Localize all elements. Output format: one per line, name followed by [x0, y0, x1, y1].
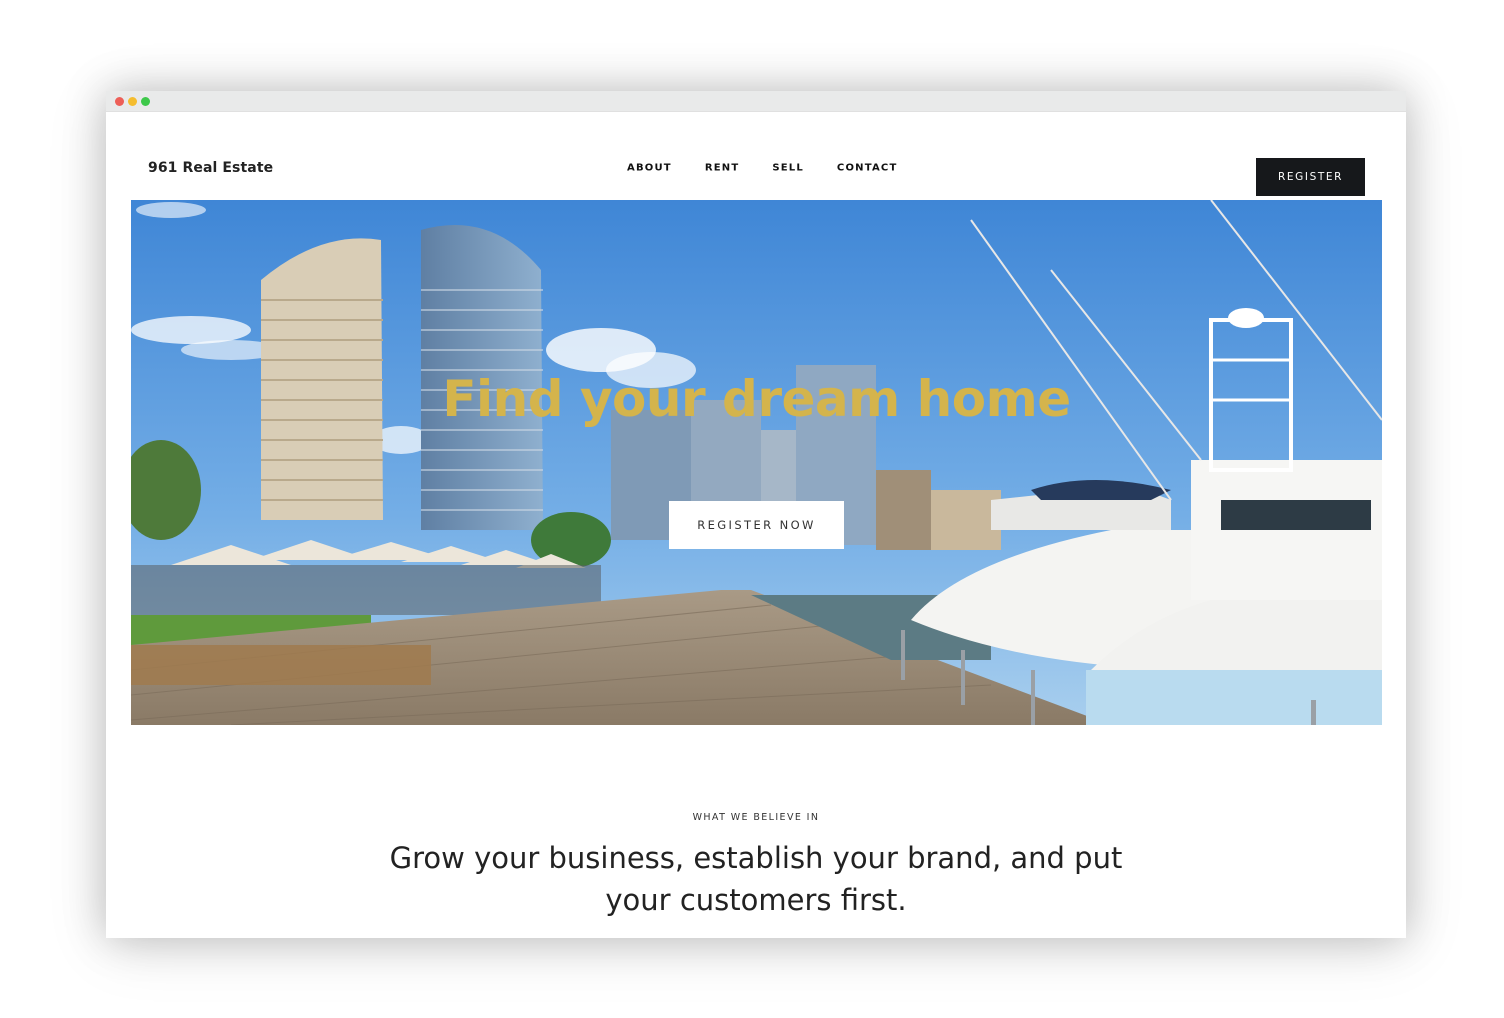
mission-statement: Grow your business, establish your brand…: [389, 841, 1123, 917]
nav-item-rent[interactable]: RENT: [705, 163, 740, 174]
minimize-window-dot[interactable]: [128, 97, 137, 106]
main-nav: ABOUT RENT SELL CONTACT: [627, 163, 897, 174]
brand-logo-text[interactable]: 961 Real Estate: [148, 160, 273, 176]
close-window-dot[interactable]: [115, 97, 124, 106]
hero-banner: Find your dream home REGISTER NOW: [131, 200, 1382, 725]
maximize-window-dot[interactable]: [141, 97, 150, 106]
register-now-button[interactable]: REGISTER NOW: [669, 501, 844, 549]
site-header: 961 Real Estate ABOUT RENT SELL CONTACT …: [106, 112, 1406, 200]
nav-item-contact[interactable]: CONTACT: [837, 163, 898, 174]
hero-title: Find your dream home: [442, 370, 1071, 428]
nav-item-about[interactable]: ABOUT: [627, 163, 672, 174]
browser-window: 961 Real Estate ABOUT RENT SELL CONTACT …: [106, 91, 1406, 938]
section-eyebrow: WHAT WE BELIEVE IN: [692, 812, 820, 823]
register-button[interactable]: REGISTER: [1256, 158, 1365, 196]
hero-marina-image: [131, 200, 1382, 725]
nav-item-sell[interactable]: SELL: [772, 163, 804, 174]
window-titlebar: [106, 91, 1406, 112]
